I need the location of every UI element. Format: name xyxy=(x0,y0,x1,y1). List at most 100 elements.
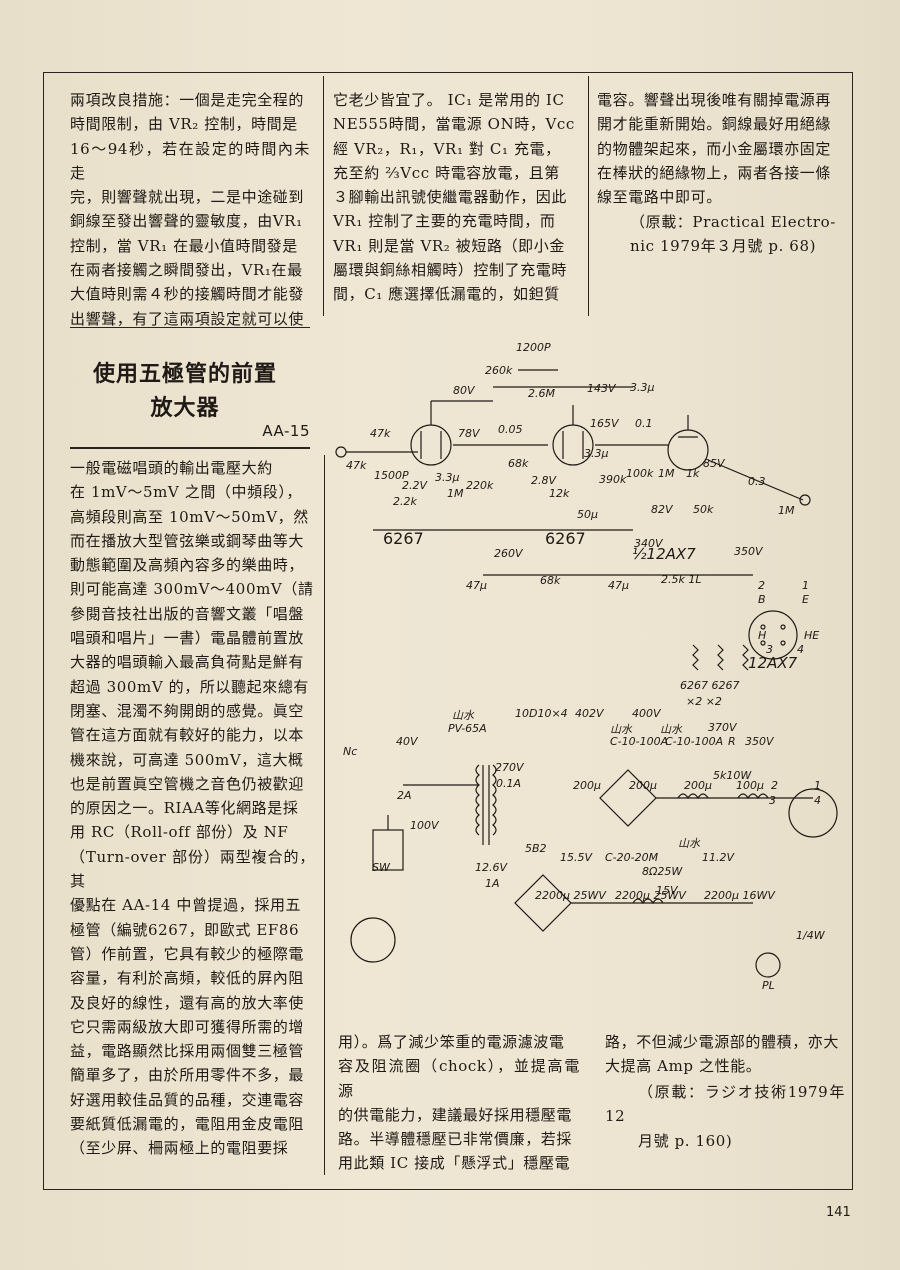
text-line: NE555時間，當電源 ON時，Vcc xyxy=(333,115,575,134)
schematic-label: SW xyxy=(372,861,390,874)
schematic-label: 15.5V xyxy=(560,851,593,864)
text-line: 時間限制，由 VR₂ 控制，時間是 xyxy=(70,115,298,134)
power-plug-icon xyxy=(350,917,396,963)
title-line-1: 使用五極管的前置 xyxy=(92,362,277,387)
top-column-1: 兩項改良措施：一個是走完全程的 時間限制，由 VR₂ 控制，時間是 16～94秒，若… xyxy=(70,88,310,331)
schematic-label: 3.3μ xyxy=(630,381,655,394)
text-line: 間，C₁ 應選擇低漏電的，如鉭質 xyxy=(333,285,560,304)
schematic-label: HE xyxy=(804,629,820,642)
text-line: 路。半導體穩壓已非常價廉，若採 xyxy=(338,1130,573,1149)
schematic-label: 12AX7 xyxy=(748,654,798,672)
schematic-label: 47k xyxy=(370,427,391,440)
text-line: 控制，當 VR₁ 在最小值時間發是 xyxy=(70,236,298,255)
text-line: 開才能重新開始。銅線最好用絕緣 xyxy=(597,115,832,134)
schematic-label: C-20-20M xyxy=(605,851,659,864)
text-line: 大提高 Amp 之性能。 xyxy=(605,1057,762,1076)
text-line: 線至電路中即可。 xyxy=(597,188,722,207)
schematic-label: 0.3 xyxy=(748,475,766,488)
schematic-label: 0.1 xyxy=(635,417,653,430)
schematic-label: 6267 6267 xyxy=(680,679,740,692)
text-line: 而在播放大型管弦樂或鋼琴曲等大 xyxy=(70,531,305,550)
text-line: 大器的唱頭輸入最高負荷點是鮮有 xyxy=(70,653,305,672)
text-line: 兩項改良措施：一個是走完全程的 xyxy=(70,91,305,109)
text-line: 機來說，可高達 500mV，這大概 xyxy=(70,750,304,769)
top-column-3: 電容。響聲出現後唯有關掉電源再 開才能重新開始。銅線最好用絕緣 的物體架起來，而小金… xyxy=(597,88,842,209)
section-divider xyxy=(70,327,310,328)
schematic-label: 200μ xyxy=(629,779,657,792)
text-line: 好選用較佳品質的品種，交連電容 xyxy=(70,1090,305,1109)
schematic-label: 12k xyxy=(549,487,570,500)
top-column-2: 它老少皆宜了。 IC₁ 是常用的 IC NE555時間，當電源 ON時，Vcc 經 … xyxy=(333,88,575,307)
text-line: VR₁ 則是當 VR₂ 被短路（即小金 xyxy=(333,236,565,255)
schematic-label: 2200μ 16WV xyxy=(704,889,775,902)
text-line: 銅線至發出響聲的靈敏度，由VR₁ xyxy=(70,212,303,231)
text-line: （原載：Practical Electro- xyxy=(630,213,836,231)
schematic-label: H xyxy=(758,629,767,642)
schematic-label: B xyxy=(758,593,766,606)
text-line: 的物體架起來，而小金屬環亦固定 xyxy=(597,139,832,158)
schematic-label: 143V xyxy=(587,382,616,395)
title-underline xyxy=(70,447,310,449)
heater-tube-icon xyxy=(748,610,798,660)
schematic-label: 100k xyxy=(626,467,654,480)
text-line: 優點在 AA-14 中曾提過，採用五 xyxy=(70,896,302,915)
schematic-label: 370V xyxy=(708,721,737,734)
schematic-label: 400V xyxy=(632,707,661,720)
text-line: 要紙質低漏電的，電阻用金皮電阻 xyxy=(70,1115,305,1134)
schematic-label: 165V xyxy=(590,417,619,430)
column-divider xyxy=(324,455,325,1175)
schematic-label: 1M xyxy=(778,504,795,517)
schematic-label: 1M xyxy=(658,467,675,480)
schematic-label: 47μ xyxy=(466,579,487,592)
schematic-label: 68k xyxy=(540,574,561,587)
schematic-label: 8Ω25W xyxy=(642,865,683,878)
text-line: 的供電能力，建議最好採用穩壓電 xyxy=(338,1105,573,1124)
text-line: 完，則響聲就出現，二是中途碰到 xyxy=(70,188,305,207)
text-line: 超過 300mV 的，所以聽起來總有 xyxy=(70,677,310,696)
schematic-label: 40V xyxy=(396,735,418,748)
schematic-label: 50μ xyxy=(577,508,598,521)
text-line: 唱頭和唱片」一書）電晶體前置放 xyxy=(70,629,305,648)
schematic-label: 0.05 xyxy=(498,423,523,436)
text-line: 在兩者接觸之瞬間發出，VR₁在最 xyxy=(70,261,303,280)
schematic-label: 350V xyxy=(745,735,774,748)
schematic-label: 1 xyxy=(802,579,809,592)
schematic-label: 10D10×4 xyxy=(515,707,568,720)
schematic-label: PV-65A xyxy=(448,722,487,735)
schematic-label: 390k xyxy=(599,473,627,486)
text-line: 它老少皆宜了。 IC₁ 是常用的 IC xyxy=(333,91,565,109)
schematic-label: 270V xyxy=(495,761,524,774)
text-line: 一般電磁唱頭的輸出電壓大約 xyxy=(70,459,273,477)
schematic-label: 82V xyxy=(651,503,673,516)
article-source-citation: （原載：ラジオ技術1979年12 月號 p. 160) xyxy=(605,1080,845,1153)
text-line: 16～94秒，若在設定的時間內未走 xyxy=(70,139,310,182)
schematic-label: 47μ xyxy=(608,579,629,592)
text-line: 則可能高達 300mV～400mV（請 xyxy=(70,580,314,599)
schematic-label: Nc xyxy=(343,745,358,758)
schematic-label: 6267 xyxy=(545,529,586,548)
schematic-label: 山水 xyxy=(678,837,700,850)
text-line: 用）。爲了減少笨重的電源濾波電 xyxy=(338,1033,565,1051)
schematic-label: 2.2V xyxy=(402,479,428,492)
page: 兩項改良措施：一個是走完全程的 時間限制，由 VR₂ 控制，時間是 16～94秒，若… xyxy=(0,0,900,1270)
schematic-label: 200μ xyxy=(684,779,712,792)
schematic-label: PL xyxy=(762,979,775,992)
schematic-label: 4 xyxy=(814,794,821,807)
article-title: 使用五極管的前置 放大器 xyxy=(50,358,320,426)
schematic-label: 260V xyxy=(494,547,523,560)
text-line: 容量，有利於高頻，較低的屛內阻 xyxy=(70,969,305,988)
schematic-label: 2.2k xyxy=(393,495,417,508)
schematic-label: 47k xyxy=(346,459,367,472)
schematic-label: 100V xyxy=(410,819,439,832)
text-line: 電容。響聲出現後唯有關掉電源再 xyxy=(597,91,832,109)
schematic-label: 3.3μ xyxy=(584,447,609,460)
pilot-lamp-icon xyxy=(755,952,781,978)
schematic-label: 2 xyxy=(758,579,765,592)
column-divider xyxy=(323,76,324,316)
text-line: （Turn-over 部份）兩型複合的，其 xyxy=(70,847,315,891)
schematic-label: 340V xyxy=(634,537,663,550)
text-line: 在 1mV～5mV 之間（中頻段）， xyxy=(70,483,303,502)
tube-1-icon xyxy=(410,424,452,466)
article-code: AA-15 xyxy=(262,422,310,440)
schematic-label: ×2 ×2 xyxy=(686,695,722,708)
